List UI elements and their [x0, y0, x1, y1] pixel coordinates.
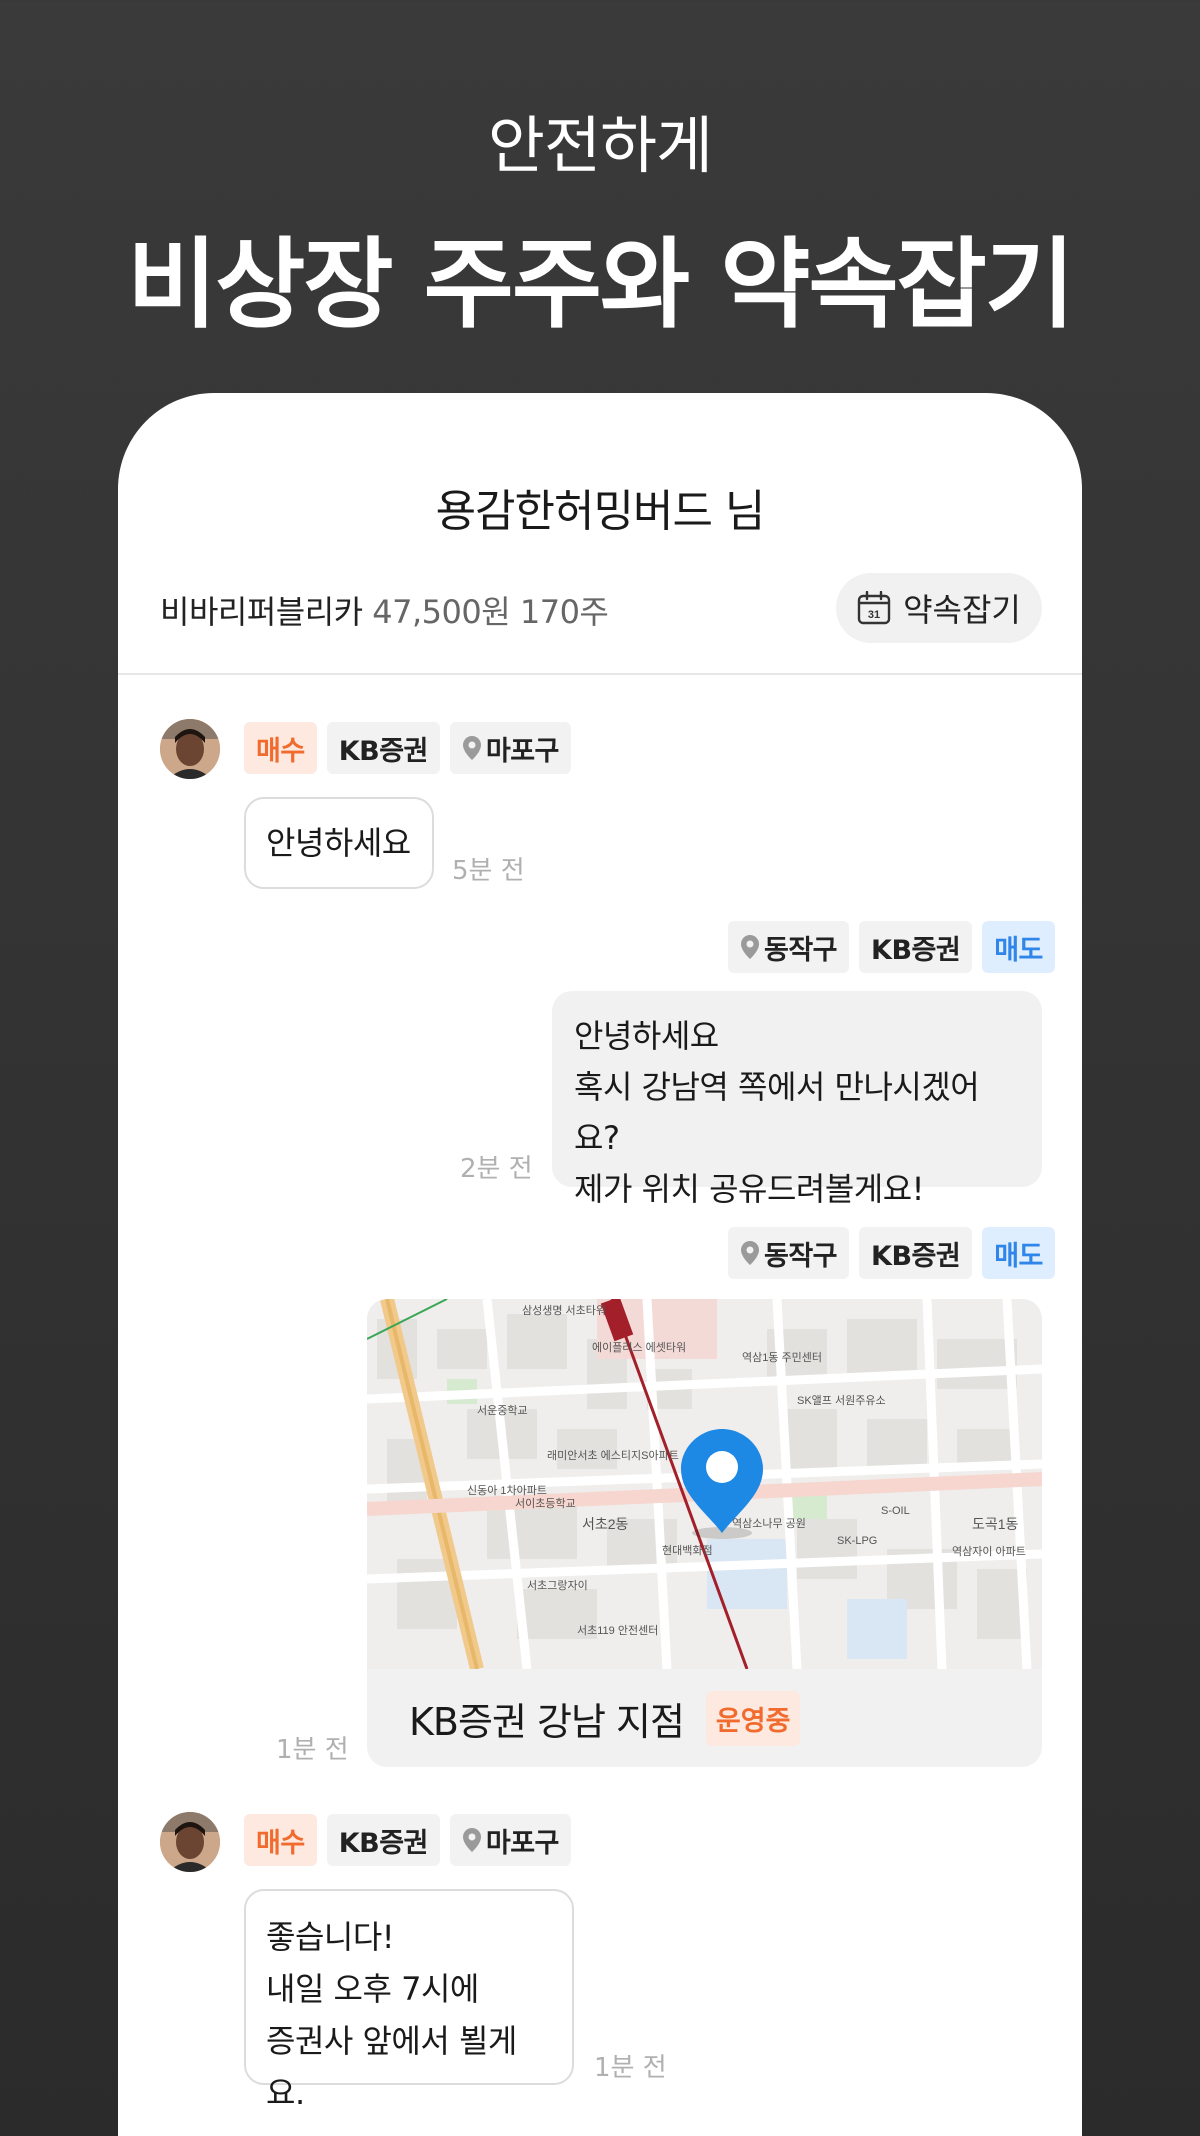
region-tag: 동작구: [728, 1227, 850, 1279]
map-label: 서초2동: [582, 1516, 629, 1532]
chat-bubble-received: 안녕하세요: [244, 797, 434, 889]
message-time: 1분 전: [276, 1735, 349, 1765]
chat-bubble-sent: 안녕하세요 혹시 강남역 쪽에서 만나시겠어요? 제가 위치 공유드려볼게요!: [552, 991, 1042, 1208]
calendar-day: 31: [868, 609, 880, 621]
phone-frame: 용감한허밍버드 님 비바리퍼블리카 47,500원 170주 31 약속잡기 매…: [118, 393, 1082, 2136]
calendar-icon: 31: [857, 591, 891, 625]
map-label: 역삼소나무 공원: [732, 1517, 806, 1530]
map-view[interactable]: 서초2동 도곡1동 서운중학교 역삼1동 주민센터 SK앨프 서원주유소 서이초…: [367, 1299, 1042, 1669]
map-label: 역삼자이 아파트: [952, 1545, 1026, 1558]
open-status-badge: 운영중: [705, 1690, 801, 1746]
sell-tag: 매도: [982, 1227, 1055, 1279]
map-label: 서초그랑자이: [527, 1579, 588, 1592]
message-tags: 동작구 KB증권 매도: [728, 1227, 1055, 1279]
stock-info: 비바리퍼블리카 47,500원 170주: [160, 587, 609, 633]
location-pin-icon: [741, 1241, 759, 1265]
broker-tag: KB증권: [859, 1227, 973, 1279]
region-label: 동작구: [764, 934, 838, 966]
broker-tag: KB증권: [326, 722, 440, 774]
map-label: 현대백화점: [662, 1544, 713, 1557]
hero-subtitle: 안전하게: [487, 109, 713, 182]
stock-name: 비바리퍼블리카: [160, 593, 363, 631]
hero-title: 비상장 주주와 약속잡기: [127, 228, 1075, 342]
map-label: 도곡1동: [972, 1516, 1019, 1532]
location-pin-icon: [741, 935, 759, 959]
avatar-image: [160, 1812, 220, 1872]
map-label: 신동아 1차아파트: [467, 1484, 547, 1497]
broker-tag: KB증권: [859, 921, 973, 973]
map-label: SK앨프 서원주유소: [797, 1394, 886, 1407]
message-line: 증권사 앞에서 뵐게요.: [266, 2022, 517, 2112]
message-line: 제가 위치 공유드려볼게요!: [574, 1170, 925, 1208]
message-tags: 매수 KB증권 마포구: [244, 722, 571, 774]
place-name: KB증권 강남 지점: [409, 1699, 685, 1744]
region-label: 마포구: [485, 1827, 560, 1859]
map-label: SK-LPG: [837, 1535, 877, 1547]
message-time: 5분 전: [452, 856, 525, 886]
message-line: 혹시 강남역 쪽에서 만나시겠어요?: [574, 1068, 980, 1157]
chat-partner-name: 용감한허밍버드 님: [435, 486, 766, 537]
region-tag: 마포구: [449, 1814, 571, 1866]
message-line: 좋습니다!: [266, 1918, 395, 1956]
map-label: S-OIL: [881, 1505, 910, 1517]
map-label: 서운중학교: [477, 1404, 528, 1417]
map-label: 래미안서초 에스티지S아파트: [547, 1449, 679, 1462]
region-tag: 마포구: [449, 722, 571, 774]
location-pin-icon: [462, 736, 481, 760]
message-line: 안녕하세요: [266, 824, 411, 862]
message-line: 안녕하세요: [574, 1017, 719, 1055]
appointment-button-label: 약속잡기: [903, 591, 1021, 629]
region-label: 마포구: [485, 735, 560, 767]
map-label: 역삼1동 주민센터: [742, 1351, 822, 1364]
message-time: 1분 전: [594, 2053, 667, 2083]
location-pin-icon: [462, 1828, 481, 1852]
map-label: 서이초등학교: [515, 1497, 576, 1510]
place-info: KB증권 강남 지점 운영중: [367, 1669, 1042, 1767]
message-line: 내일 오후 7시에: [266, 1970, 479, 2008]
chat-bubble-received: 좋습니다! 내일 오후 7시에 증권사 앞에서 뵐게요.: [244, 1889, 574, 2112]
buy-tag: 매수: [244, 1814, 317, 1866]
message-tags: 매수 KB증권 마포구: [244, 1814, 571, 1866]
region-label: 동작구: [764, 1240, 838, 1272]
buy-tag: 매수: [244, 722, 317, 774]
sell-tag: 매도: [982, 921, 1055, 973]
map-label: 삼성생명 서초타워: [522, 1304, 606, 1317]
message-tags: 동작구 KB증권 매도: [728, 921, 1055, 973]
message-time: 2분 전: [460, 1154, 533, 1184]
map-label: 에이플러스 에셋타워: [592, 1341, 686, 1354]
avatar[interactable]: [160, 719, 220, 779]
stock-detail: 47,500원 170주: [372, 593, 609, 631]
avatar[interactable]: [160, 1812, 220, 1872]
header-divider: [118, 673, 1082, 675]
location-share-card[interactable]: 서초2동 도곡1동 서운중학교 역삼1동 주민센터 SK앨프 서원주유소 서이초…: [367, 1299, 1042, 1767]
map-label: 서초119 안전센터: [577, 1624, 658, 1637]
avatar-image: [160, 719, 220, 779]
make-appointment-button[interactable]: 31 약속잡기: [836, 573, 1042, 643]
region-tag: 동작구: [728, 921, 850, 973]
broker-tag: KB증권: [326, 1814, 440, 1866]
